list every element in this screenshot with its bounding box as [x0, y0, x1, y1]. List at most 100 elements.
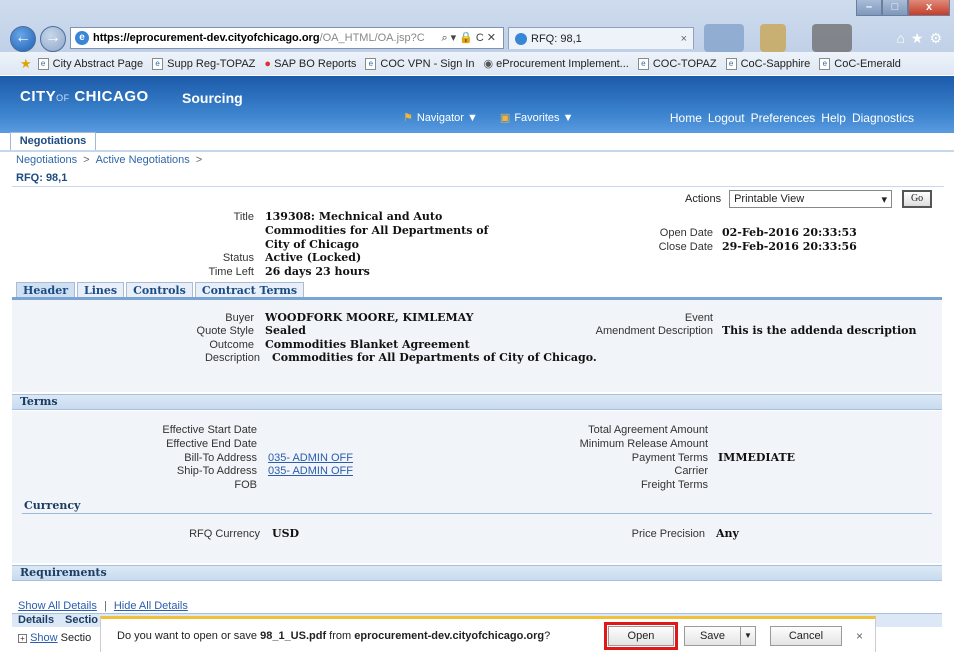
navigator-menu[interactable]: ⚑ Navigator ▼: [403, 111, 478, 124]
favorites-bar: ★ e City Abstract Page e Supp Reg-TOPAZ ● S…: [0, 52, 954, 75]
close-icon[interactable]: ×: [856, 629, 863, 643]
back-arrow-icon[interactable]: ←: [10, 26, 36, 52]
sub-tabs: Header Lines Controls Contract Terms: [16, 282, 306, 298]
address-bar[interactable]: e https://eprocurement-dev.cityofchicago…: [70, 27, 504, 49]
favorite-link[interactable]: e COC-TOPAZ: [637, 57, 717, 70]
total-amount-label: Total Agreement Amount: [588, 424, 708, 436]
favorite-link[interactable]: ◉ eProcurement Implement...: [483, 57, 629, 71]
ship-to-link[interactable]: 035- ADMIN OFF: [268, 465, 353, 477]
favorites-star-icon[interactable]: ★: [20, 56, 32, 72]
terms-section-title: Terms: [12, 394, 942, 410]
show-all-details-link[interactable]: Show All Details: [18, 600, 97, 612]
taskbar-blur: [704, 24, 744, 52]
expand-icon[interactable]: +: [18, 634, 27, 643]
logout-link[interactable]: Logout: [708, 111, 745, 125]
currency-section-title: Currency: [24, 499, 81, 512]
title-line3: City of Chicago: [265, 238, 359, 251]
globe-icon: ◉: [483, 58, 494, 70]
tab-negotiations[interactable]: Negotiations: [10, 132, 96, 150]
download-notification-bar: Do you want to open or save 98_1_US.pdf …: [100, 616, 876, 652]
ie-icon: e: [75, 31, 89, 45]
title-divider: [12, 186, 944, 187]
close-date-value: 29-Feb-2016 20:33:56: [722, 240, 857, 253]
nav-menus: ⚑ Navigator ▼ ▣ Favorites ▼: [403, 111, 574, 124]
ship-to-label: Ship-To Address: [176, 465, 257, 477]
title-line2: Commodities for All Departments of: [265, 224, 489, 237]
tab-lines[interactable]: Lines: [77, 282, 125, 298]
favorite-link[interactable]: e Supp Reg-TOPAZ: [152, 57, 255, 70]
rfq-currency-label: RFQ Currency: [189, 528, 260, 540]
event-label: Event: [684, 312, 713, 324]
amendment-label: Amendment Description: [595, 325, 713, 337]
section-column-header: Sectio: [65, 614, 99, 626]
amendment-value: This is the addenda description: [722, 324, 917, 337]
quote-style-value: Sealed: [265, 324, 306, 337]
maximize-button[interactable]: □: [882, 0, 908, 16]
show-details-link[interactable]: Show: [30, 632, 58, 644]
page-icon: e: [37, 57, 49, 70]
home-link[interactable]: Home: [670, 111, 702, 125]
chevron-down-icon: ▾: [881, 193, 888, 206]
rfq-currency-value: USD: [272, 527, 300, 540]
close-date-label: Close Date: [658, 241, 713, 253]
favorite-link[interactable]: e CoC-Emerald: [819, 57, 901, 70]
save-button[interactable]: Save: [683, 625, 740, 646]
title-line1: 139308: Mechnical and Auto: [265, 210, 443, 223]
bill-to-link[interactable]: 035- ADMIN OFF: [268, 452, 353, 464]
hide-all-details-link[interactable]: Hide All Details: [114, 600, 188, 612]
actions-bar: Actions Printable View ▾ Go: [685, 190, 933, 208]
open-date-label: Open Date: [659, 227, 713, 239]
link-separator: |: [103, 600, 107, 612]
tab-contract-terms[interactable]: Contract Terms: [194, 282, 305, 298]
description-value: Commodities for All Departments of City …: [272, 351, 597, 364]
breadcrumb: Negotiations > Active Negotiations >: [16, 154, 208, 166]
browser-chrome: – □ x ← → e https://eprocurement-dev.cit…: [0, 0, 954, 75]
actions-select[interactable]: Printable View ▾: [729, 190, 893, 208]
cancel-button[interactable]: Cancel: [769, 625, 842, 646]
save-options-dropdown[interactable]: ▼: [739, 625, 756, 646]
minimize-button[interactable]: –: [856, 0, 882, 16]
browser-tab[interactable]: RFQ: 98,1 ×: [508, 27, 694, 49]
app-header: CITYOF CHICAGO Sourcing ⚑ Navigator ▼ ▣ Fa…: [0, 76, 954, 133]
help-link[interactable]: Help: [821, 111, 846, 125]
currency-divider: [22, 513, 932, 514]
window-controls: – □ x: [856, 0, 950, 16]
city-of-chicago-logo: CITYOF CHICAGO: [20, 88, 149, 105]
outcome-label: Outcome: [209, 339, 254, 351]
home-star-gear-icons[interactable]: ⌂★⚙: [896, 30, 948, 47]
download-message: Do you want to open or save 98_1_US.pdf …: [117, 629, 551, 642]
row-section-name: Sectio: [60, 632, 92, 644]
tab-header[interactable]: Header: [16, 282, 76, 298]
effective-end-label: Effective End Date: [166, 438, 257, 450]
page-icon: e: [365, 57, 377, 70]
favorite-link[interactable]: e CoC-Sapphire: [725, 57, 810, 70]
global-links: Home Logout Preferences Help Diagnostics: [670, 111, 914, 125]
tab-controls[interactable]: Controls: [126, 282, 193, 298]
preferences-link[interactable]: Preferences: [751, 111, 816, 125]
favorites-menu[interactable]: ▣ Favorites ▼: [500, 111, 574, 124]
diagnostics-link[interactable]: Diagnostics: [852, 111, 914, 125]
breadcrumb-active-negotiations[interactable]: Active Negotiations: [96, 154, 190, 166]
address-tools-icons[interactable]: ⌕▾🔒C✕: [441, 31, 499, 45]
sap-icon: ●: [264, 57, 272, 70]
breadcrumb-separator: >: [195, 154, 203, 166]
close-window-button[interactable]: x: [908, 0, 950, 16]
open-button[interactable]: Open: [603, 621, 678, 650]
page-icon: e: [819, 57, 831, 70]
page-icon: e: [637, 57, 649, 70]
go-button[interactable]: Go: [902, 190, 933, 208]
tab-close-icon[interactable]: ×: [681, 33, 687, 45]
forward-arrow-icon[interactable]: →: [40, 26, 66, 52]
page-icon: e: [152, 57, 164, 70]
freight-terms-label: Freight Terms: [640, 479, 708, 491]
breadcrumb-negotiations[interactable]: Negotiations: [16, 154, 77, 166]
buyer-label: Buyer: [225, 312, 254, 324]
quote-style-label: Quote Style: [196, 325, 254, 337]
payment-terms-value: IMMEDIATE: [718, 451, 796, 464]
time-left-label: Time Left: [208, 266, 254, 278]
buyer-value: WOODFORK MOORE, KIMLEMAY: [265, 311, 474, 324]
favorite-link[interactable]: ● SAP BO Reports: [264, 58, 356, 70]
tab-underline: [0, 150, 954, 152]
favorite-link[interactable]: e COC VPN - Sign In: [365, 57, 475, 70]
favorite-link[interactable]: e City Abstract Page: [37, 57, 143, 70]
